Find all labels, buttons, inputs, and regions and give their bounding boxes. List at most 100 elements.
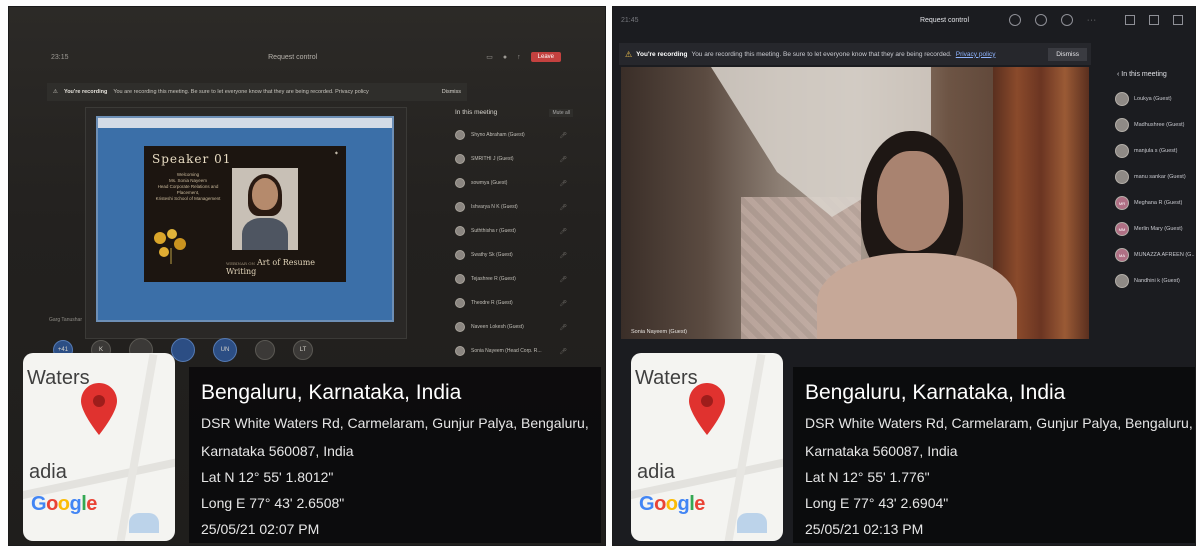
avatar bbox=[1115, 170, 1129, 184]
left-request-control-button[interactable]: Request control bbox=[99, 54, 486, 61]
map-pin-icon bbox=[689, 383, 725, 435]
mic-icon: 🎤︎ bbox=[559, 300, 567, 307]
participant-row[interactable]: Madhushree (Guest) bbox=[1111, 112, 1195, 138]
right-participants-panel: ‹ In this meeting Loukya (Guest) Madhushr… bbox=[1111, 65, 1196, 365]
participant-thumb[interactable] bbox=[171, 338, 195, 362]
participant-row[interactable]: Tejashree R (Guest) 🎤︎ bbox=[451, 267, 577, 291]
geo-address-line2: Karnataka 560087, India bbox=[805, 443, 958, 459]
participant-row[interactable]: Swathy Sk (Guest) 🎤︎ bbox=[451, 243, 577, 267]
camera-icon[interactable] bbox=[1125, 15, 1135, 25]
participant-row[interactable]: Theodre R (Guest) 🎤︎ bbox=[451, 291, 577, 315]
participant-thumb[interactable] bbox=[255, 340, 275, 360]
map-label: adia bbox=[637, 461, 675, 483]
avatar bbox=[455, 250, 465, 260]
participant-row[interactable]: Sonia Nayeem (Head Corp. R... 🎤︎ bbox=[451, 339, 577, 363]
participant-row[interactable]: sowmya (Guest) 🎤︎ bbox=[451, 171, 577, 195]
participant-row[interactable]: Shyno Abraham (Guest) 🎤︎ bbox=[451, 123, 577, 147]
geo-longitude: Long E 77° 43' 2.6508" bbox=[201, 495, 345, 511]
left-map-thumbnail: Waters adia Google bbox=[23, 353, 175, 541]
participant-name: Madhushree (Guest) bbox=[1134, 122, 1185, 128]
left-mic-icon[interactable]: ● bbox=[503, 54, 507, 61]
avatar: MA bbox=[1115, 248, 1129, 262]
participant-row[interactable]: Loukya (Guest) bbox=[1111, 86, 1195, 112]
participant-row[interactable]: Ishvarya N K (Guest) 🎤︎ bbox=[451, 195, 577, 219]
slide-badge: ◆ bbox=[334, 150, 338, 155]
geo-place: Bengaluru, Karnataka, India bbox=[805, 381, 1066, 404]
left-leave-button[interactable]: Leave bbox=[530, 52, 561, 62]
participant-row[interactable]: Nandhini k (Guest) bbox=[1111, 268, 1195, 294]
left-camera-icon[interactable]: ▭ bbox=[486, 53, 493, 61]
avatar bbox=[455, 226, 465, 236]
participant-name: Suththisha r (Guest) bbox=[471, 228, 516, 234]
participant-name: Loukya (Guest) bbox=[1134, 96, 1172, 102]
mic-icon: 🎤︎ bbox=[559, 228, 567, 235]
participant-name: sowmya (Guest) bbox=[471, 180, 508, 186]
avatar bbox=[455, 202, 465, 212]
avatar bbox=[455, 322, 465, 332]
privacy-policy-link[interactable]: Privacy policy bbox=[956, 51, 996, 58]
geo-address-line1: DSR White Waters Rd, Carmelaram, Gunjur … bbox=[201, 415, 589, 431]
participant-row[interactable]: MR Meghana R (Guest) bbox=[1111, 190, 1195, 216]
avatar bbox=[455, 130, 465, 140]
participant-row[interactable]: SMRITHI J (Guest) 🎤︎ bbox=[451, 147, 577, 171]
google-logo: Google bbox=[31, 493, 97, 515]
left-geotag-panel: Bengaluru, Karnataka, India DSR White Wa… bbox=[189, 367, 601, 543]
mic-icon: 🎤︎ bbox=[559, 324, 567, 331]
map-bubble bbox=[129, 513, 159, 533]
geo-latitude: Lat N 12° 55' 1.8012" bbox=[201, 469, 334, 485]
participant-name: Shyno Abraham (Guest) bbox=[471, 132, 525, 138]
right-request-control-button[interactable]: Request control bbox=[920, 17, 969, 24]
warning-icon: ⚠ bbox=[625, 49, 633, 59]
mic-icon: 🎤︎ bbox=[559, 252, 567, 259]
mic-icon: 🎤︎ bbox=[559, 156, 567, 163]
participant-row[interactable]: Suththisha r (Guest) 🎤︎ bbox=[451, 219, 577, 243]
help-icon[interactable] bbox=[1035, 14, 1047, 26]
geo-address-line2: Karnataka 560087, India bbox=[201, 443, 354, 459]
participant-thumb[interactable]: UN bbox=[213, 338, 237, 362]
geo-longitude: Long E 77° 43' 2.6904" bbox=[805, 495, 949, 511]
participant-name: Meghana R (Guest) bbox=[1134, 200, 1183, 206]
participant-row[interactable]: manu sankar (Guest) bbox=[1111, 164, 1195, 190]
geo-address-line1: DSR White Waters Rd, Carmelaram, Gunjur … bbox=[805, 415, 1193, 431]
participant-row[interactable]: MA MUNAZZA AFREEN (G... bbox=[1111, 242, 1196, 268]
raise-hand-icon[interactable] bbox=[1061, 14, 1073, 26]
share-icon[interactable] bbox=[1173, 15, 1183, 25]
mic-icon: 🎤︎ bbox=[559, 180, 567, 187]
geo-datetime: 25/05/21 02:07 PM bbox=[201, 521, 320, 537]
mic-icon[interactable] bbox=[1149, 15, 1159, 25]
left-shared-screen: Speaker 01 ◆ Welcoming Ms. Sonia Nayeem … bbox=[85, 107, 407, 339]
presentation-slide: Speaker 01 ◆ Welcoming Ms. Sonia Nayeem … bbox=[144, 146, 346, 282]
google-logo: Google bbox=[639, 493, 705, 515]
left-meeting-screenshot: 23:15 Request control ▭ ● ↑ Leave ⚠ You'… bbox=[8, 6, 606, 546]
participant-thumb[interactable]: LT bbox=[293, 340, 313, 360]
participant-name: Nandhini k (Guest) bbox=[1134, 278, 1180, 284]
right-dismiss-button[interactable]: Dismiss bbox=[1048, 47, 1087, 61]
avatar bbox=[455, 298, 465, 308]
left-mute-all-button[interactable]: Mute all bbox=[549, 109, 573, 117]
participant-row[interactable]: MM Merlin Mary (Guest) bbox=[1111, 216, 1195, 242]
right-banner-heading: You're recording bbox=[636, 50, 688, 58]
left-dismiss-button[interactable]: Dismiss bbox=[442, 89, 467, 95]
avatar bbox=[1115, 118, 1129, 132]
avatar bbox=[1115, 274, 1129, 288]
avatar: MM bbox=[1115, 222, 1129, 236]
map-bubble bbox=[737, 513, 767, 533]
left-share-icon[interactable]: ↑ bbox=[517, 54, 521, 61]
avatar bbox=[455, 346, 465, 356]
left-title-bar: 23:15 Request control ▭ ● ↑ Leave bbox=[39, 47, 569, 67]
more-options-icon[interactable]: ··· bbox=[1087, 17, 1097, 24]
avatar bbox=[1115, 92, 1129, 106]
geo-place: Bengaluru, Karnataka, India bbox=[201, 381, 462, 404]
participant-row[interactable]: Naveen Lokesh (Guest) 🎤︎ bbox=[451, 315, 577, 339]
chevron-left-icon[interactable]: ‹ bbox=[1117, 71, 1119, 78]
right-title-bar: 21:45 Request control ··· bbox=[613, 7, 1195, 33]
slide-footer: WEBINAR ON Art of Resume Writing bbox=[226, 258, 346, 276]
people-icon[interactable] bbox=[1009, 14, 1021, 26]
slide-footer-prefix: WEBINAR ON bbox=[226, 261, 256, 266]
avatar bbox=[455, 154, 465, 164]
mic-icon: 🎤︎ bbox=[559, 204, 567, 211]
right-banner-text: You are recording this meeting. Be sure … bbox=[691, 50, 952, 58]
participant-row[interactable]: manjula s (Guest) bbox=[1111, 138, 1195, 164]
participant-name: MUNAZZA AFREEN (G... bbox=[1134, 252, 1196, 258]
mic-icon: 🎤︎ bbox=[559, 348, 567, 355]
